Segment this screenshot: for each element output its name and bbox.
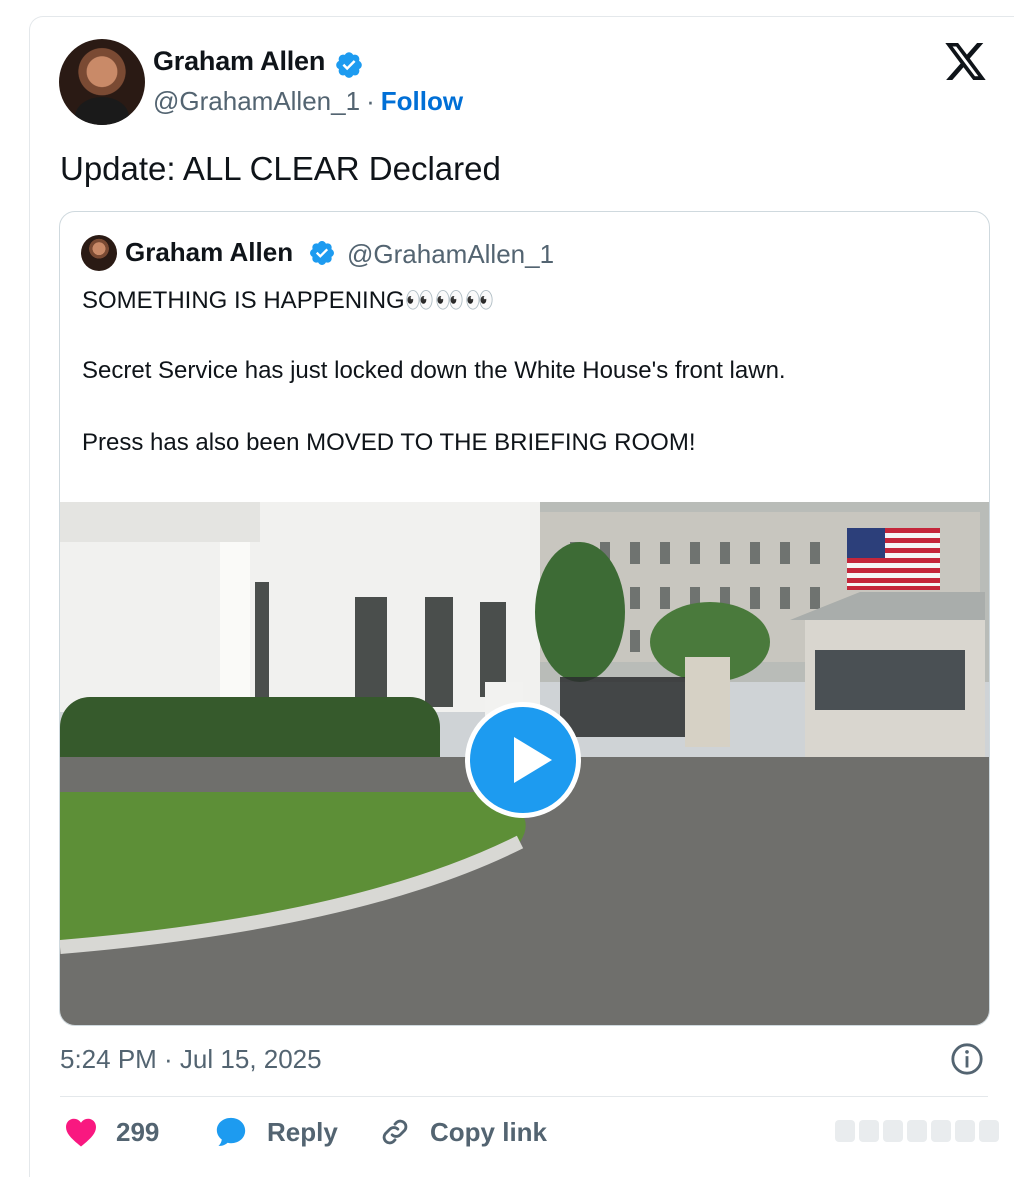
verified-badge-icon [336, 52, 362, 78]
quoted-author-avatar [81, 235, 117, 271]
reply-icon [216, 1117, 246, 1146]
heart-icon [66, 1118, 96, 1147]
like-count: 299 [116, 1116, 160, 1147]
watermark [835, 1120, 999, 1142]
handle-row: @GrahamAllen_1 · Follow [153, 86, 463, 117]
like-button[interactable]: 299 [64, 1114, 159, 1150]
play-icon[interactable] [465, 702, 581, 818]
divider [60, 1096, 988, 1097]
separator: · [366, 86, 375, 116]
reply-label: Reply [267, 1116, 338, 1147]
verified-badge-icon [310, 241, 334, 265]
reply-button[interactable]: Reply [213, 1114, 338, 1150]
quoted-text-line-3: Press has also been MOVED TO THE BRIEFIN… [82, 429, 696, 456]
quoted-tweet[interactable]: Graham Allen @GrahamAllen_1 SOMETHING IS… [59, 211, 990, 1026]
video-player[interactable] [60, 502, 989, 1025]
quoted-author-name: Graham Allen [125, 237, 294, 267]
copy-link-label: Copy link [430, 1116, 548, 1147]
tweet-text: Update: ALL CLEAR Declared [60, 150, 501, 187]
author-avatar[interactable] [59, 39, 145, 125]
american-flag [847, 528, 940, 590]
timestamp[interactable]: 5:24 PM · Jul 15, 2025 [60, 1044, 322, 1075]
info-icon[interactable] [950, 1042, 984, 1076]
author-name[interactable]: Graham Allen [153, 46, 325, 77]
follow-button[interactable]: Follow [381, 86, 463, 116]
author-handle[interactable]: @GrahamAllen_1 [153, 86, 360, 116]
x-logo-icon[interactable] [945, 43, 986, 80]
quoted-text-line-1: SOMETHING IS HAPPENING👀👀👀 [82, 287, 495, 314]
copy-link-button[interactable]: Copy link [378, 1114, 547, 1150]
quoted-text-line-2: Secret Service has just locked down the … [82, 357, 786, 384]
quoted-author-handle: @GrahamAllen_1 [347, 239, 555, 269]
link-icon [382, 1119, 408, 1145]
